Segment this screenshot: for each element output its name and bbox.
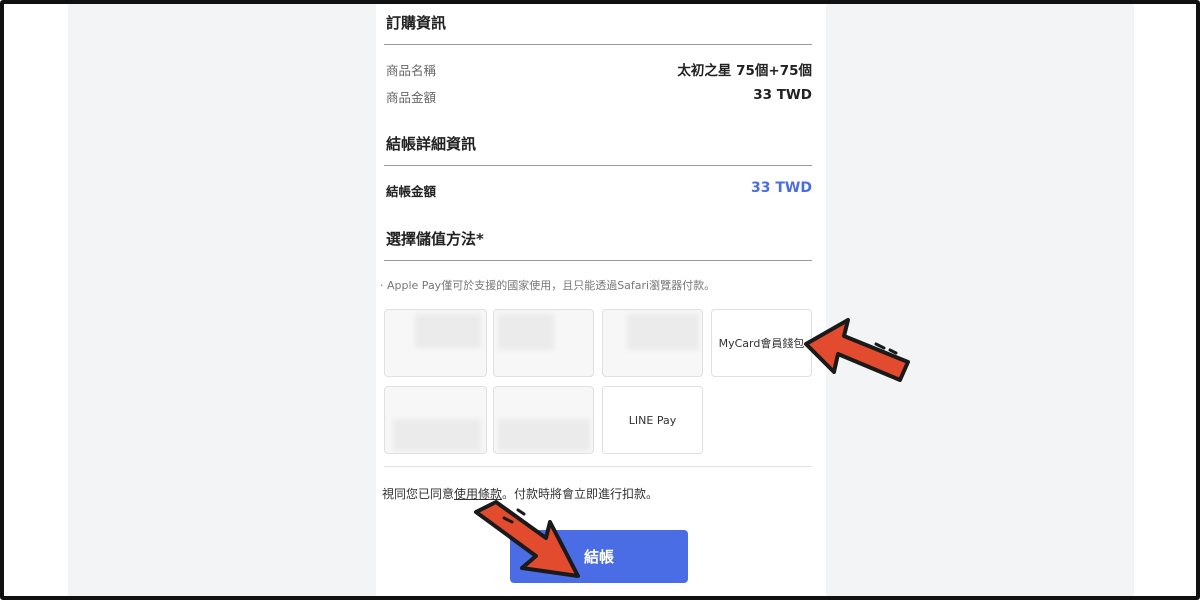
checkout-amount-value: 33 TWD: [751, 180, 812, 196]
page-background: 訂購資訊 商品名稱 太初之星 75個+75個 商品金額 33 TWD 結帳詳細資…: [68, 4, 1134, 596]
apple-pay-note: · Apple Pay僅可於支援的國家使用，且只能透過Safari瀏覽器付款。: [380, 279, 716, 292]
product-name-label: 商品名稱: [386, 63, 437, 78]
arrow-pointer-icon: [474, 500, 580, 578]
payment-option-mycard-wallet[interactable]: MyCard會員錢包: [711, 309, 812, 377]
line-pay-label: LINE Pay: [628, 413, 677, 427]
product-name-value: 太初之星 75個+75個: [677, 63, 812, 79]
checkout-card: 訂購資訊 商品名稱 太初之星 75個+75個 商品金額 33 TWD 結帳詳細資…: [376, 4, 826, 596]
payment-option-line-pay[interactable]: LINE Pay: [602, 386, 703, 454]
payment-option-blurred-2[interactable]: [493, 309, 594, 377]
checkout-amount-label: 結帳金額: [386, 184, 437, 199]
mycard-wallet-label: MyCard會員錢包: [718, 337, 805, 350]
checkout-details-divider: [384, 165, 812, 166]
payment-options-divider: [384, 466, 812, 467]
order-info-title: 訂購資訊: [386, 14, 447, 32]
terms-prefix: 視同您已同意: [382, 487, 455, 501]
product-amount-value: 33 TWD: [753, 87, 812, 103]
payment-method-divider: [384, 260, 812, 261]
checkout-details-title: 結帳詳細資訊: [386, 135, 477, 153]
product-amount-label: 商品金額: [386, 90, 437, 105]
payment-method-title: 選擇儲值方法*: [386, 230, 484, 248]
order-info-divider: [384, 44, 812, 45]
payment-option-blurred-5[interactable]: [493, 386, 594, 454]
payment-option-blurred-3[interactable]: [602, 309, 703, 377]
payment-option-blurred-1[interactable]: [384, 309, 487, 377]
payment-option-blurred-4[interactable]: [384, 386, 487, 454]
arrow-pointer-icon: [804, 318, 910, 382]
